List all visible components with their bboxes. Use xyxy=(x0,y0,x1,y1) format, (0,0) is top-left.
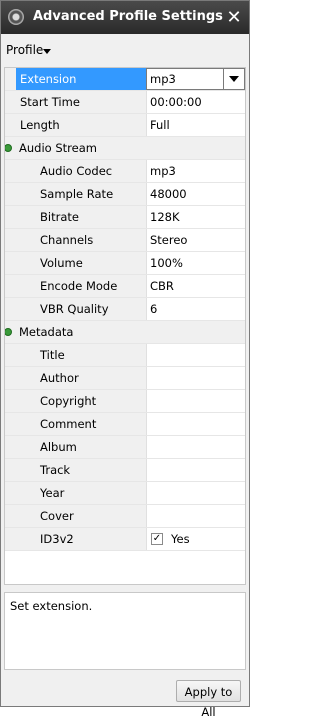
property-name: VBR Quality xyxy=(16,298,146,320)
close-icon[interactable]: ✕ xyxy=(223,7,245,29)
property-name: Volume xyxy=(16,252,146,274)
description-panel: Set extension. xyxy=(4,592,246,670)
chevron-down-icon[interactable] xyxy=(223,69,244,89)
property-row[interactable]: Volume 100% xyxy=(5,252,245,275)
property-row[interactable]: Author xyxy=(5,367,245,390)
property-value[interactable]: Stereo xyxy=(146,229,245,251)
property-value[interactable]: 128K xyxy=(146,206,245,228)
row-gutter xyxy=(5,298,16,320)
advanced-profile-settings-window: Advanced Profile Settings ✕ Profile Exte… xyxy=(0,0,250,719)
property-value[interactable]: Full xyxy=(146,114,245,136)
property-row[interactable]: Comment xyxy=(5,413,245,436)
property-row[interactable]: Year xyxy=(5,482,245,505)
property-value[interactable] xyxy=(146,459,245,481)
row-gutter xyxy=(5,390,16,412)
property-row[interactable]: Length Full xyxy=(5,114,245,137)
row-gutter xyxy=(5,206,16,228)
property-value[interactable]: CBR xyxy=(146,275,245,297)
property-value[interactable]: 6 xyxy=(146,298,245,320)
row-gutter xyxy=(5,413,16,435)
property-row[interactable]: Channels Stereo xyxy=(5,229,245,252)
property-category[interactable]: Audio Stream xyxy=(5,137,245,160)
property-value[interactable]: mp3 xyxy=(146,160,245,182)
row-gutter xyxy=(5,160,16,182)
row-gutter xyxy=(5,91,16,113)
property-row[interactable]: Audio Codec mp3 xyxy=(5,160,245,183)
property-row[interactable]: Copyright xyxy=(5,390,245,413)
property-name: Encode Mode xyxy=(16,275,146,297)
row-gutter xyxy=(5,183,16,205)
id3v2-checkbox[interactable]: ✓ xyxy=(151,533,163,545)
property-value[interactable]: 48000 xyxy=(146,183,245,205)
profile-menu-label: Profile xyxy=(6,43,44,57)
extension-dropdown[interactable]: mp3 xyxy=(146,68,245,90)
property-name: Comment xyxy=(16,413,146,435)
row-gutter xyxy=(5,367,16,389)
property-row[interactable]: VBR Quality 6 xyxy=(5,298,245,321)
property-value[interactable]: 00:00:00 xyxy=(146,91,245,113)
property-name: Cover xyxy=(16,505,146,527)
property-value[interactable]: ✓ Yes xyxy=(146,528,245,550)
row-gutter xyxy=(5,436,16,458)
property-name: Bitrate xyxy=(16,206,146,228)
property-value[interactable]: 100% xyxy=(146,252,245,274)
category-label: Audio Stream xyxy=(16,137,245,159)
property-name: Channels xyxy=(16,229,146,251)
row-gutter xyxy=(5,459,16,481)
window-title: Advanced Profile Settings xyxy=(33,9,223,24)
row-gutter xyxy=(5,344,16,366)
dropdown-value: mp3 xyxy=(150,72,176,86)
expand-toggle-icon[interactable] xyxy=(5,144,12,152)
expand-toggle-icon[interactable] xyxy=(5,328,12,336)
property-row[interactable]: Title xyxy=(5,344,245,367)
profile-menu[interactable]: Profile xyxy=(1,41,249,61)
chevron-down-icon xyxy=(43,49,51,54)
property-value[interactable] xyxy=(146,367,245,389)
row-gutter xyxy=(5,229,16,251)
row-gutter xyxy=(5,528,16,550)
property-value[interactable] xyxy=(146,482,245,504)
property-name: Start Time xyxy=(16,91,146,113)
property-value[interactable] xyxy=(146,344,245,366)
property-row[interactable]: Bitrate 128K xyxy=(5,206,245,229)
property-row[interactable]: Sample Rate 48000 xyxy=(5,183,245,206)
row-gutter xyxy=(5,275,16,297)
property-name: Copyright xyxy=(16,390,146,412)
row-gutter xyxy=(5,114,16,136)
property-value[interactable] xyxy=(146,413,245,435)
property-row[interactable]: Cover xyxy=(5,505,245,528)
property-name: Album xyxy=(16,436,146,458)
row-gutter xyxy=(5,505,16,527)
property-category[interactable]: Metadata xyxy=(5,321,245,344)
property-name: Year xyxy=(16,482,146,504)
property-name: Track xyxy=(16,459,146,481)
property-row[interactable]: ID3v2 ✓ Yes xyxy=(5,528,245,551)
property-name: Author xyxy=(16,367,146,389)
row-gutter xyxy=(5,482,16,504)
property-row[interactable]: Start Time 00:00:00 xyxy=(5,91,245,114)
property-value[interactable] xyxy=(146,390,245,412)
property-name: Extension xyxy=(16,68,146,90)
row-gutter xyxy=(5,68,16,90)
property-row[interactable]: Extension mp3 xyxy=(5,68,245,91)
row-gutter xyxy=(5,252,16,274)
property-name: Sample Rate xyxy=(16,183,146,205)
property-name: ID3v2 xyxy=(16,528,146,550)
property-row[interactable]: Track xyxy=(5,459,245,482)
app-icon xyxy=(8,9,24,25)
category-label: Metadata xyxy=(16,321,245,343)
property-value[interactable] xyxy=(146,436,245,458)
property-name: Length xyxy=(16,114,146,136)
property-name: Title xyxy=(16,344,146,366)
property-value[interactable] xyxy=(146,505,245,527)
apply-to-all-button[interactable]: Apply to All xyxy=(176,680,241,719)
title-bar[interactable]: Advanced Profile Settings ✕ xyxy=(1,1,249,34)
property-name: Audio Codec xyxy=(16,160,146,182)
property-grid: Extension mp3 Start Time 00:00:00 Length Full… xyxy=(4,67,246,585)
description-text: Set extension. xyxy=(10,599,93,613)
checkbox-label: Yes xyxy=(171,532,190,546)
property-row[interactable]: Album xyxy=(5,436,245,459)
property-row[interactable]: Encode Mode CBR xyxy=(5,275,245,298)
